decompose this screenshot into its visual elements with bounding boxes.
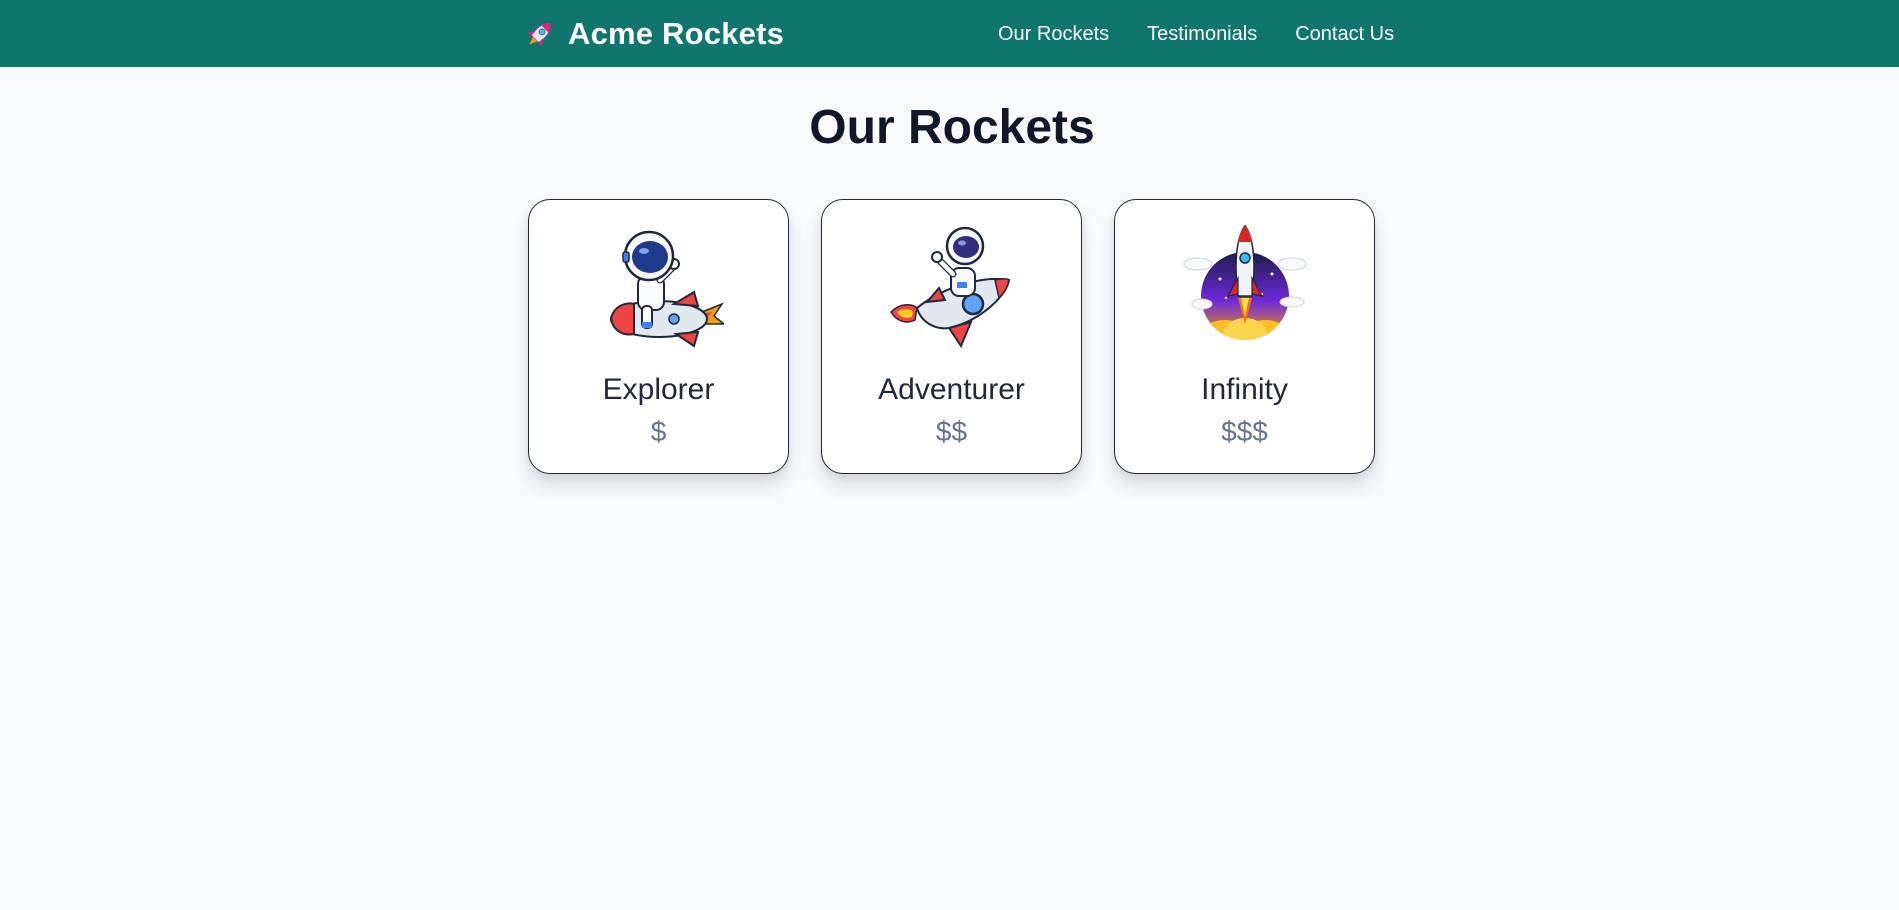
astronaut-flying-rocket-image — [889, 226, 1010, 349]
rocket-price: $ — [650, 416, 667, 447]
nav-link-contact-us[interactable]: Contact Us — [1295, 20, 1394, 48]
navbar: Acme Rockets Our Rockets Testimonials Co… — [0, 0, 1899, 67]
astronaut-riding-rocket-image — [609, 230, 724, 348]
nav-links: Our Rockets Testimonials Contact Us — [998, 20, 1394, 48]
rocket-card-adventurer[interactable]: Adventurer $$ — [821, 199, 1082, 474]
rocket-price: $$ — [935, 416, 968, 447]
brand-title: Acme Rockets — [568, 16, 785, 51]
nav-link-testimonials[interactable]: Testimonials — [1147, 20, 1257, 48]
rocket-icon — [527, 22, 552, 47]
rocket-name: Explorer — [602, 373, 715, 406]
brand-link[interactable]: Acme Rockets — [522, 14, 784, 54]
rocket-card-explorer[interactable]: Explorer $ — [528, 199, 789, 474]
nav-link-our-rockets[interactable]: Our Rockets — [998, 20, 1109, 48]
rocket-card-infinity[interactable]: Infinity $$$ — [1114, 199, 1375, 474]
rocket-name: Adventurer — [878, 373, 1025, 406]
page-title: Our Rockets — [809, 101, 1095, 154]
rocket-price: $$$ — [1221, 416, 1268, 447]
rocket-launch-image — [1183, 224, 1306, 340]
rocket-name: Infinity — [1201, 373, 1288, 406]
